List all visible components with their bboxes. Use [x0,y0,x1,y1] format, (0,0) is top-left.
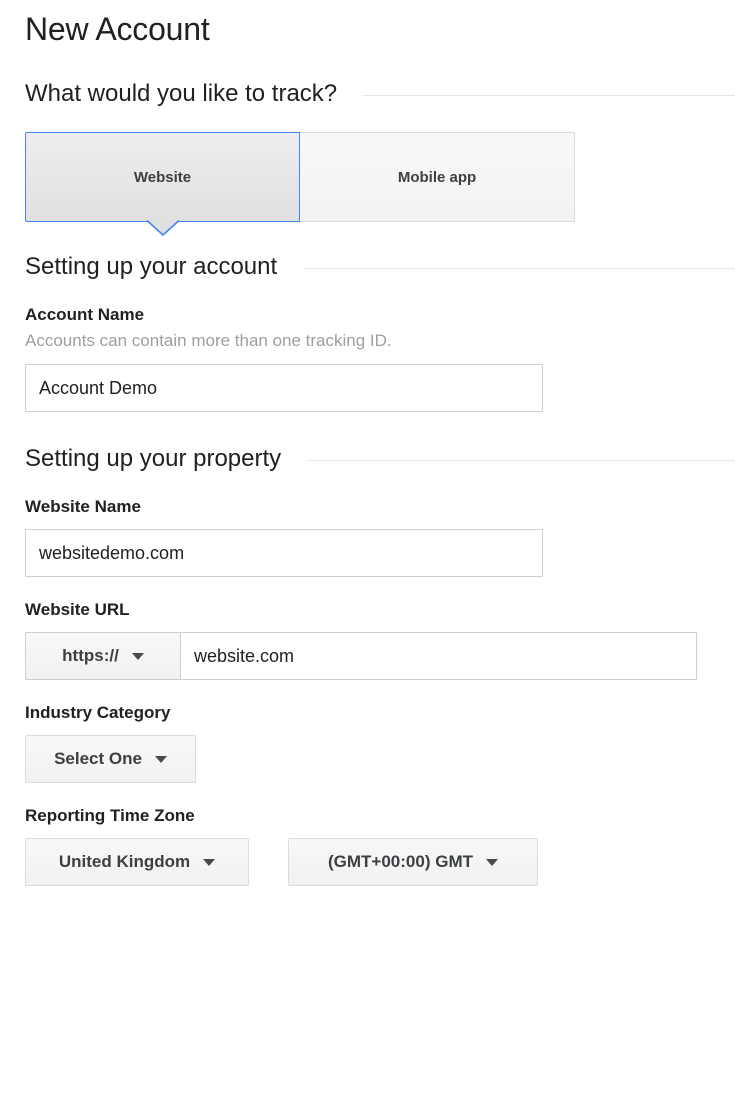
time-zone-offset-dropdown[interactable]: (GMT+00:00) GMT [288,838,538,886]
account-section-heading: Setting up your account [25,253,278,280]
industry-category-label: Industry Category [25,703,171,722]
new-account-page: New Account What would you like to track… [0,0,735,886]
tab-website[interactable]: Website [25,132,300,236]
track-section-heading: What would you like to track? [25,80,338,107]
website-url-label: Website URL [25,600,130,619]
industry-category-dropdown[interactable]: Select One [25,735,196,783]
website-name-label: Website Name [25,497,141,516]
track-section-header: What would you like to track? [25,79,735,109]
website-url-field: Website URL https:// [25,599,735,680]
protocol-dropdown-value: https:// [62,646,119,665]
time-zone-country-value: United Kingdom [58,852,191,871]
industry-category-row: Select One [25,735,735,783]
account-name-input[interactable] [25,364,543,412]
section-divider [363,95,735,96]
property-section-header: Setting up your property [25,444,735,474]
chevron-down-icon [203,858,216,866]
industry-category-value: Select One [54,749,142,768]
reporting-time-zone-label: Reporting Time Zone [25,806,195,825]
time-zone-country-dropdown[interactable]: United Kingdom [25,838,249,886]
account-name-field: Account Name Accounts can contain more t… [25,304,735,412]
tab-website-label: Website [133,168,192,186]
track-type-tabs: Website Mobile app [25,132,575,236]
chevron-down-icon [486,858,498,866]
page-title: New Account [25,11,210,47]
reporting-time-zone-field: Reporting Time Zone United Kingdom (GMT+… [25,805,735,886]
website-url-row: https:// [25,632,735,680]
account-name-label: Account Name [25,305,145,324]
chevron-down-icon [154,755,167,763]
website-url-input[interactable] [180,632,697,680]
website-name-input[interactable] [25,529,543,577]
account-section-header: Setting up your account [25,252,735,282]
chevron-down-icon [131,652,144,660]
section-divider [307,460,735,461]
account-name-hint: Accounts can contain more than one track… [25,331,392,350]
active-tab-caret-icon [146,220,179,236]
website-name-field: Website Name [25,496,735,577]
tab-mobile-app[interactable]: Mobile app [300,132,575,222]
time-zone-offset-value: (GMT+00:00) GMT [328,852,473,871]
protocol-dropdown[interactable]: https:// [25,632,180,680]
section-divider [303,268,735,269]
tab-mobile-app-label: Mobile app [397,168,477,186]
industry-category-field: Industry Category Select One [25,702,735,783]
property-section-heading: Setting up your property [25,445,282,472]
reporting-time-zone-row: United Kingdom (GMT+00:00) GMT [25,838,735,886]
